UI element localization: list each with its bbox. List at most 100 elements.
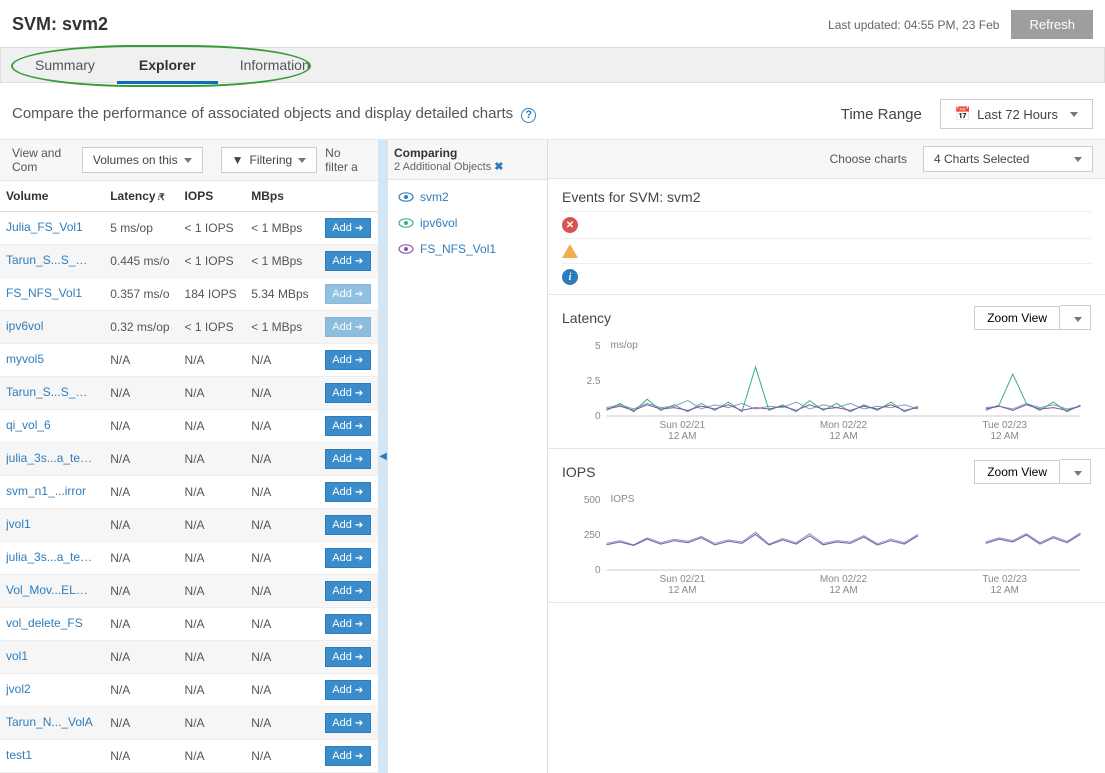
mbps-cell: N/A bbox=[245, 608, 317, 641]
table-row: vol_delete_FSN/AN/AN/AAdd ➔ bbox=[0, 608, 378, 641]
latency-cell: 0.32 ms/op bbox=[104, 311, 178, 344]
col-volume[interactable]: Volume bbox=[0, 181, 104, 212]
add-button[interactable]: Add ➔ bbox=[325, 614, 371, 634]
latency-cell: N/A bbox=[104, 740, 178, 773]
col-latency[interactable]: Latency↓₹ bbox=[104, 181, 178, 212]
volume-link[interactable]: FS_NFS_Vol1 bbox=[6, 286, 82, 300]
arrow-right-icon: ➔ bbox=[355, 322, 363, 333]
svg-text:Tue 02/23: Tue 02/23 bbox=[982, 574, 1027, 585]
zoom-view-button[interactable]: Zoom View bbox=[974, 460, 1060, 484]
help-icon[interactable]: ? bbox=[521, 108, 536, 123]
latency-cell: 0.357 ms/o bbox=[104, 278, 178, 311]
add-button[interactable]: Add ➔ bbox=[325, 581, 371, 601]
clear-compare-button[interactable]: ✖ bbox=[494, 161, 503, 173]
add-button[interactable]: Add ➔ bbox=[325, 416, 371, 436]
tab-explorer[interactable]: Explorer bbox=[117, 47, 218, 83]
volume-link[interactable]: qi_vol_6 bbox=[6, 418, 51, 432]
volume-link[interactable]: test1 bbox=[6, 748, 32, 762]
refresh-button[interactable]: Refresh bbox=[1011, 10, 1093, 39]
add-button[interactable]: Add ➔ bbox=[325, 713, 371, 733]
table-row: jvol1N/AN/AN/AAdd ➔ bbox=[0, 509, 378, 542]
mbps-cell: N/A bbox=[245, 542, 317, 575]
tab-summary[interactable]: Summary bbox=[13, 47, 117, 83]
volume-link[interactable]: Tarun_N..._VolA bbox=[6, 715, 93, 729]
charts-selected-dropdown[interactable]: 4 Charts Selected bbox=[923, 146, 1093, 172]
volume-link[interactable]: Vol_Mov...ELETE bbox=[6, 583, 94, 597]
add-button[interactable]: Add ➔ bbox=[325, 680, 371, 700]
table-row: ipv6vol0.32 ms/op< 1 IOPS< 1 MBpsAdd ➔ bbox=[0, 311, 378, 344]
compare-item[interactable]: FS_NFS_Vol1 bbox=[388, 236, 547, 262]
tab-information[interactable]: Information bbox=[218, 47, 332, 83]
volume-link[interactable]: svm_n1_...irror bbox=[6, 484, 86, 498]
svg-text:IOPS: IOPS bbox=[611, 494, 635, 505]
latency-cell: 0.445 ms/o bbox=[104, 245, 178, 278]
add-button[interactable]: Add ➔ bbox=[325, 350, 371, 370]
volume-link[interactable]: jvol2 bbox=[6, 682, 31, 696]
event-row-warning bbox=[562, 238, 1091, 263]
col-iops[interactable]: IOPS bbox=[179, 181, 246, 212]
volumes-dropdown[interactable]: Volumes on this bbox=[82, 147, 203, 173]
sort-desc-icon: ↓₹ bbox=[157, 192, 163, 202]
zoom-view-caret[interactable] bbox=[1060, 459, 1091, 484]
add-button[interactable]: Add ➔ bbox=[325, 449, 371, 469]
critical-icon: ✕ bbox=[562, 217, 578, 233]
view-compare-label: View and Com bbox=[12, 146, 74, 174]
arrow-right-icon: ➔ bbox=[355, 751, 363, 762]
svg-text:12 AM: 12 AM bbox=[990, 585, 1018, 596]
iops-cell: < 1 IOPS bbox=[179, 311, 246, 344]
add-button[interactable]: Add ➔ bbox=[325, 251, 371, 271]
latency-cell: N/A bbox=[104, 443, 178, 476]
eye-icon bbox=[398, 218, 414, 228]
mbps-cell: 5.34 MBps bbox=[245, 278, 317, 311]
svg-text:250: 250 bbox=[584, 530, 601, 541]
table-row: Vol_Mov...ELETEN/AN/AN/AAdd ➔ bbox=[0, 575, 378, 608]
iops-cell: N/A bbox=[179, 674, 246, 707]
volume-link[interactable]: julia_3s...a_test1 bbox=[6, 550, 94, 564]
zoom-view-caret[interactable] bbox=[1060, 305, 1091, 330]
add-button[interactable]: Add ➔ bbox=[325, 218, 371, 238]
volume-link[interactable]: Tarun_S...S_Vol2 bbox=[6, 385, 94, 399]
add-button[interactable]: Add ➔ bbox=[325, 383, 371, 403]
volume-link[interactable]: jvol1 bbox=[6, 517, 31, 531]
volume-link[interactable]: vol1 bbox=[6, 649, 28, 663]
subheader-text: Compare the performance of associated ob… bbox=[12, 105, 841, 123]
volume-link[interactable]: Julia_FS_Vol1 bbox=[6, 220, 83, 234]
add-button[interactable]: Add ➔ bbox=[325, 548, 371, 568]
arrow-right-icon: ➔ bbox=[355, 718, 363, 729]
arrow-right-icon: ➔ bbox=[355, 355, 363, 366]
iops-cell: 184 IOPS bbox=[179, 278, 246, 311]
arrow-right-icon: ➔ bbox=[355, 652, 363, 663]
latency-cell: N/A bbox=[104, 377, 178, 410]
svg-text:2.5: 2.5 bbox=[587, 376, 601, 387]
add-button[interactable]: Add ➔ bbox=[325, 482, 371, 502]
add-button[interactable]: Add ➔ bbox=[325, 515, 371, 535]
col-mbps[interactable]: MBps bbox=[245, 181, 317, 212]
arrow-right-icon: ➔ bbox=[355, 586, 363, 597]
volume-link[interactable]: Tarun_S...S_Vol1 bbox=[6, 253, 94, 267]
mbps-cell: N/A bbox=[245, 377, 317, 410]
collapse-strip[interactable]: ◀ bbox=[378, 139, 388, 773]
svg-text:Mon 02/22: Mon 02/22 bbox=[820, 420, 868, 431]
compare-item[interactable]: ipv6vol bbox=[388, 210, 547, 236]
time-range-button[interactable]: 📅 Last 72 Hours bbox=[940, 99, 1093, 129]
volume-link[interactable]: ipv6vol bbox=[6, 319, 43, 333]
zoom-view-button[interactable]: Zoom View bbox=[974, 306, 1060, 330]
table-row: FS_NFS_Vol10.357 ms/o184 IOPS5.34 MBpsAd… bbox=[0, 278, 378, 311]
filtering-dropdown[interactable]: ▼ Filtering bbox=[221, 147, 318, 173]
time-range-label: Time Range bbox=[841, 106, 922, 123]
arrow-right-icon: ➔ bbox=[355, 454, 363, 465]
add-button[interactable]: Add ➔ bbox=[325, 746, 371, 766]
comparing-subtitle: 2 Additional Objects✖ bbox=[394, 160, 537, 173]
compare-item[interactable]: svm2 bbox=[388, 184, 547, 210]
choose-charts-label: Choose charts bbox=[830, 152, 907, 166]
add-button[interactable]: Add ➔ bbox=[325, 647, 371, 667]
table-row: myvol5N/AN/AN/AAdd ➔ bbox=[0, 344, 378, 377]
svg-text:500: 500 bbox=[584, 495, 601, 506]
volume-link[interactable]: myvol5 bbox=[6, 352, 44, 366]
arrow-right-icon: ➔ bbox=[355, 520, 363, 531]
latency-cell: N/A bbox=[104, 674, 178, 707]
volume-link[interactable]: vol_delete_FS bbox=[6, 616, 83, 630]
arrow-right-icon: ➔ bbox=[355, 289, 363, 300]
mbps-cell: N/A bbox=[245, 410, 317, 443]
volume-link[interactable]: julia_3s...a_test3 bbox=[6, 451, 94, 465]
